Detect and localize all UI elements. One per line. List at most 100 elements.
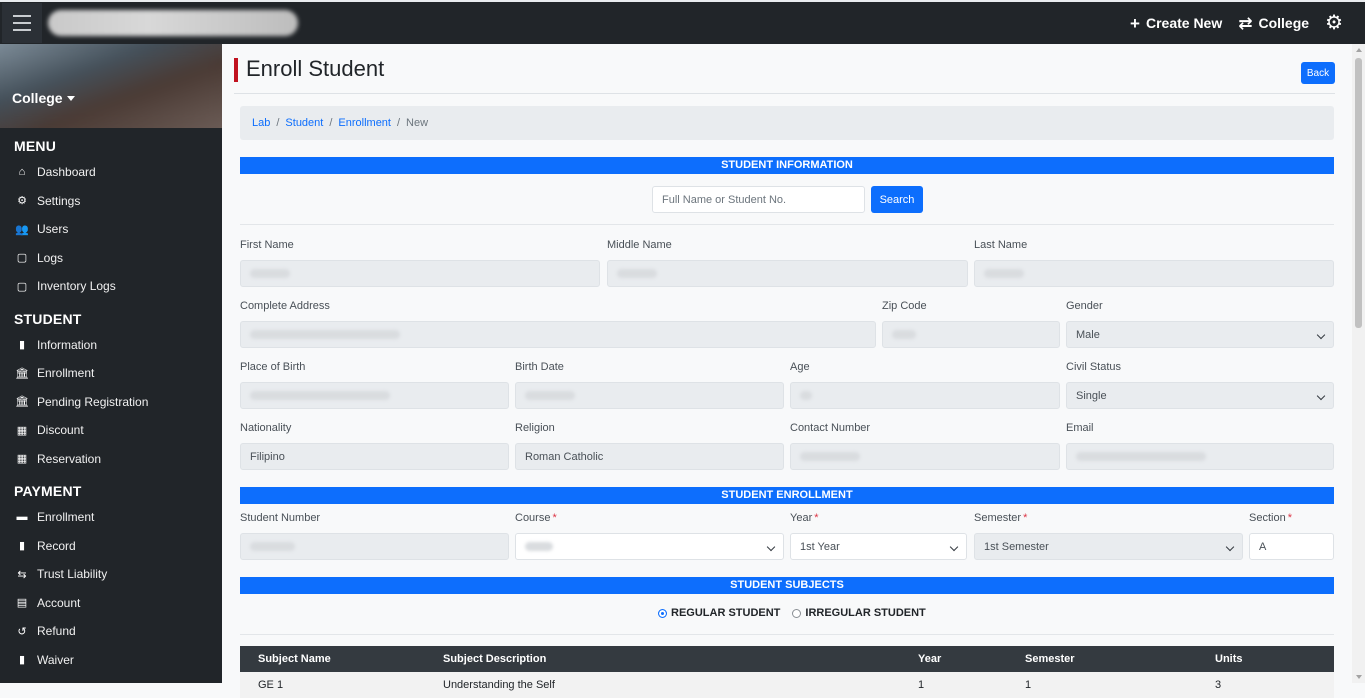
student-search-input[interactable] (652, 186, 865, 213)
sidebar-item-label: Inventory Logs (37, 279, 116, 294)
sidebar-header-banner: College (0, 44, 222, 128)
year-select[interactable]: 1st Year (790, 533, 967, 560)
sidebar-item-menu-dashboard[interactable]: ⌂ Dashboard (0, 158, 222, 187)
breadcrumb-lab[interactable]: Lab (252, 117, 270, 129)
age-label: Age (790, 361, 810, 373)
breadcrumb-enrollment[interactable]: Enrollment (338, 117, 391, 129)
section-label: Section * (1249, 512, 1292, 524)
sidebar-nav: MENU ⌂ Dashboard ⚙ Settings 👥 Users ▢ Logs ▢ Inven… (0, 128, 222, 674)
sidebar-item-student-enrollment[interactable]: 🏛 Enrollment (0, 359, 222, 388)
page-scrollbar[interactable] (1352, 44, 1365, 683)
religion-label: Religion (515, 422, 555, 434)
sidebar-item-label: Refund (37, 624, 76, 639)
breadcrumb: Lab / Student / Enrollment / New (240, 106, 1334, 140)
table-row[interactable]: GE 1 Understanding the Self 1 1 3 (240, 672, 1334, 698)
breadcrumb-current: New (406, 117, 429, 129)
contact-number-field: Contact Number (790, 422, 1060, 470)
sidebar-item-student-reservation[interactable]: ▦ Reservation (0, 445, 222, 474)
regular-student-radio[interactable]: REGULAR STUDENT (658, 607, 780, 619)
age-input[interactable] (790, 382, 1060, 409)
sidebar-item-payment-refund[interactable]: ↺ Refund (0, 617, 222, 646)
breadcrumb-student[interactable]: Student (285, 117, 323, 129)
course-label: Course * (515, 512, 557, 524)
scroll-down-icon[interactable] (1356, 675, 1362, 679)
page-title: Enroll Student (246, 56, 385, 81)
hamburger-icon (13, 29, 31, 31)
id-card-icon: ▤ (16, 597, 28, 610)
birthdate-label: Birth Date (515, 361, 564, 373)
sidebar-item-payment-trust-liability[interactable]: ⇆ Trust Liability (0, 560, 222, 589)
civil-status-field: Civil Status Single (1066, 361, 1334, 409)
birthplace-input[interactable] (240, 382, 509, 409)
contact-number-input[interactable] (790, 443, 1060, 470)
student-type-radio-group: REGULAR STUDENT IRREGULAR STUDENT (658, 607, 926, 619)
religion-input[interactable]: Roman Catholic (515, 443, 784, 470)
hamburger-icon (13, 22, 31, 24)
sidebar-item-label: Pending Registration (37, 394, 149, 409)
title-accent (234, 58, 238, 82)
middle-name-input[interactable] (607, 260, 968, 287)
sidebar-item-label: Reservation (37, 451, 102, 466)
course-select[interactable] (515, 533, 784, 560)
bank-icon: 🏛 (15, 367, 29, 380)
semester-select[interactable]: 1st Semester (974, 533, 1243, 560)
switch-college-button[interactable]: ⇄ College (1238, 15, 1309, 32)
sidebar-item-label: Discount (37, 423, 84, 438)
divider (240, 224, 1334, 225)
sidebar-item-menu-users[interactable]: 👥 Users (0, 215, 222, 244)
sidebar-item-label: Record (37, 538, 76, 553)
col-semester[interactable]: Semester (1025, 653, 1215, 665)
users-icon: 👥 (15, 223, 29, 236)
sidebar-item-payment-enrollment[interactable]: ▬ Enrollment (0, 503, 222, 532)
gender-select[interactable]: Male (1066, 321, 1334, 348)
col-year[interactable]: Year (918, 653, 1025, 665)
last-name-input[interactable] (974, 260, 1334, 287)
menu-toggle-button[interactable] (2, 3, 42, 43)
col-units[interactable]: Units (1215, 653, 1334, 665)
gender-field: Gender Male (1066, 300, 1334, 348)
col-subject-description[interactable]: Subject Description (443, 653, 918, 665)
civil-status-select[interactable]: Single (1066, 382, 1334, 409)
sidebar-item-payment-account[interactable]: ▤ Account (0, 589, 222, 618)
radio-unchecked-icon (792, 608, 802, 618)
college-dropdown[interactable]: College (12, 90, 75, 106)
nationality-input[interactable]: Filipino (240, 443, 509, 470)
zip-code-input[interactable] (882, 321, 1060, 348)
table-header: Subject Name Subject Description Year Se… (240, 646, 1334, 672)
section-input[interactable]: A (1249, 533, 1334, 560)
receipt-icon: ▮ (18, 540, 26, 553)
sidebar-item-student-pending-registration[interactable]: 🏛 Pending Registration (0, 388, 222, 417)
create-new-button[interactable]: + Create New (1130, 15, 1222, 32)
religion-field: Religion Roman Catholic (515, 422, 784, 470)
college-dropdown-label: College (12, 90, 63, 106)
sidebar-item-menu-inventory-logs[interactable]: ▢ Inventory Logs (0, 272, 222, 301)
settings-button[interactable]: ⚙ (1325, 13, 1343, 33)
email-input[interactable] (1066, 443, 1334, 470)
calendar-check-icon: ▦ (16, 424, 28, 437)
irregular-student-radio[interactable]: IRREGULAR STUDENT (792, 607, 926, 619)
address-input[interactable] (240, 321, 876, 348)
year-label: Year * (790, 512, 819, 524)
brand-logo-redacted (48, 10, 298, 36)
col-subject-name[interactable]: Subject Name (240, 653, 443, 665)
sidebar-item-menu-logs[interactable]: ▢ Logs (0, 244, 222, 273)
plus-icon: + (1130, 13, 1140, 33)
scrollbar-thumb[interactable] (1355, 58, 1362, 328)
student-number-input[interactable] (240, 533, 509, 560)
back-button[interactable]: Back (1301, 62, 1335, 84)
scroll-up-icon[interactable] (1356, 48, 1362, 52)
sidebar-item-payment-waiver[interactable]: ▮ Waiver (0, 646, 222, 675)
search-button[interactable]: Search (871, 186, 923, 213)
first-name-input[interactable] (240, 260, 600, 287)
sidebar-item-payment-record[interactable]: ▮ Record (0, 532, 222, 561)
sidebar-item-label: Account (37, 595, 81, 610)
age-field: Age (790, 361, 1060, 409)
page-header: Enroll Student Back (234, 56, 1335, 94)
sidebar-item-menu-settings[interactable]: ⚙ Settings (0, 187, 222, 216)
birthdate-input[interactable] (515, 382, 784, 409)
clipboard-icon: ▮ (18, 339, 26, 352)
middle-name-label: Middle Name (607, 239, 672, 251)
sidebar-item-student-discount[interactable]: ▦ Discount (0, 416, 222, 445)
sidebar-item-student-information[interactable]: ▮ Information (0, 331, 222, 360)
section-field: Section * A (1249, 512, 1334, 560)
